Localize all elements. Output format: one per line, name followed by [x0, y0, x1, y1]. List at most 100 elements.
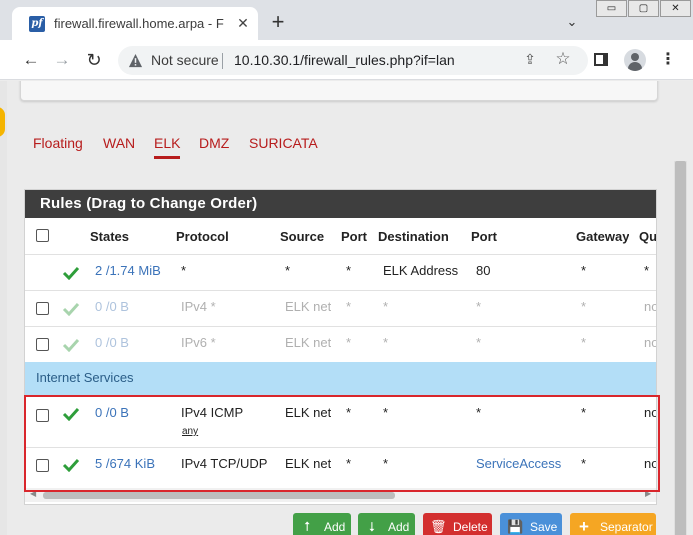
save-label: Save: [530, 520, 558, 534]
edge-notification-marker: [0, 107, 5, 137]
reload-icon[interactable]: ↻: [83, 49, 105, 71]
row-checkbox[interactable]: [36, 459, 49, 472]
tab-close-icon[interactable]: ✕: [234, 13, 252, 33]
table-row[interactable]: 0 /0 B IPv4 ICMP any ELK net * * * * no: [25, 396, 656, 447]
destination-cell: ELK Address: [383, 263, 459, 278]
forward-arrow-icon[interactable]: →: [51, 49, 73, 71]
pfsense-favicon-icon: pf: [29, 16, 45, 32]
dst-port-alias-link[interactable]: ServiceAccess: [476, 456, 561, 471]
protocol-cell: IPv6 *: [181, 335, 216, 350]
back-arrow-icon[interactable]: ←: [20, 49, 42, 71]
minimize-button[interactable]: ▭: [596, 0, 627, 17]
destination-cell: *: [383, 456, 389, 471]
tab-dmz[interactable]: DMZ: [199, 135, 229, 157]
source-cell: ELK net: [285, 456, 332, 471]
bookmark-star-icon[interactable]: ☆: [554, 49, 572, 69]
col-destination[interactable]: Destination: [378, 229, 449, 244]
table-row[interactable]: 0 /0 B IPv6 * ELK net * * * * no: [25, 326, 656, 362]
save-button[interactable]: 💾 Save: [500, 513, 562, 535]
rules-panel: Rules (Drag to Change Order) States Prot…: [24, 189, 657, 505]
not-secure-label[interactable]: Not secure: [151, 52, 219, 68]
tab-title: firewall.firewall.home.arpa - Firew: [54, 16, 224, 31]
table-horizontal-scrollbar[interactable]: ◀ ▶: [25, 488, 656, 502]
add-top-button[interactable]: ⭡ Add: [293, 513, 351, 535]
destination-cell: *: [383, 299, 389, 314]
src-port-cell: *: [346, 263, 352, 278]
close-window-button[interactable]: ✕: [660, 0, 691, 17]
delete-label: Delete: [453, 520, 488, 534]
separator-row[interactable]: Internet Services: [25, 362, 656, 396]
side-panel-icon[interactable]: [594, 53, 608, 66]
col-source[interactable]: Source: [280, 229, 324, 244]
new-tab-button[interactable]: +: [266, 11, 290, 35]
protocol-cell: IPv4 *: [181, 299, 216, 314]
page-scrollbar[interactable]: [674, 161, 687, 535]
page-scrollbar-thumb[interactable]: [675, 161, 686, 535]
gateway-cell: *: [581, 299, 587, 314]
browser-toolbar: ← → ↻ Not secure 10.10.30.1/firewall_rul…: [0, 40, 693, 80]
add-top-label: Add: [324, 520, 346, 534]
protocol-cell: *: [181, 263, 187, 278]
enabled-check-icon[interactable]: [62, 266, 80, 280]
enabled-check-icon[interactable]: [62, 458, 80, 472]
states-cell[interactable]: 2 /1.74 MiB: [95, 263, 161, 278]
separator-button[interactable]: + Separator: [570, 513, 656, 535]
address-bar[interactable]: Not secure 10.10.30.1/firewall_rules.php…: [118, 46, 588, 75]
source-cell: *: [285, 263, 291, 278]
tab-suricata[interactable]: SURICATA: [249, 135, 318, 157]
table-row[interactable]: 2 /1.74 MiB * * * ELK Address 80 * *: [25, 254, 656, 290]
warning-triangle-icon[interactable]: [128, 53, 143, 68]
scroll-left-arrow-icon[interactable]: ◀: [30, 489, 36, 498]
source-cell: ELK net: [285, 405, 332, 420]
icmp-type-link[interactable]: any: [182, 426, 198, 437]
states-cell[interactable]: 0 /0 B: [95, 335, 129, 350]
share-icon[interactable]: ⇪: [521, 51, 539, 69]
states-cell[interactable]: 5 /674 KiB: [95, 456, 155, 471]
col-states[interactable]: States: [90, 229, 129, 244]
window-controls: ▭ ▢ ✕: [596, 0, 693, 18]
col-gateway[interactable]: Gateway: [576, 229, 629, 244]
select-all-checkbox[interactable]: [36, 229, 49, 242]
disabled-check-icon[interactable]: [62, 302, 80, 316]
destination-cell: *: [383, 335, 389, 350]
queue-cell: no: [644, 335, 656, 350]
table-row[interactable]: 0 /0 B IPv4 * ELK net * * * * no: [25, 290, 656, 326]
gateway-cell: *: [581, 405, 587, 420]
row-checkbox[interactable]: [36, 338, 49, 351]
tab-wan[interactable]: WAN: [103, 135, 135, 157]
browser-tab[interactable]: pf firewall.firewall.home.arpa - Firew ✕: [12, 7, 258, 40]
delete-button[interactable]: 🗑 Delete: [423, 513, 492, 535]
scroll-right-arrow-icon[interactable]: ▶: [645, 489, 651, 498]
separator-label: Separator: [600, 520, 653, 534]
table-header-row: States Protocol Source Port Destination …: [25, 218, 656, 254]
table-row[interactable]: 5 /674 KiB IPv4 TCP/UDP ELK net * * Serv…: [25, 447, 656, 484]
source-cell: ELK net: [285, 335, 332, 350]
col-protocol[interactable]: Protocol: [176, 229, 229, 244]
tab-search-chevron-icon[interactable]: ⌄: [562, 14, 582, 34]
enabled-check-icon[interactable]: [62, 407, 80, 421]
tab-floating[interactable]: Floating: [33, 135, 83, 157]
row-checkbox[interactable]: [36, 302, 49, 315]
maximize-button[interactable]: ▢: [628, 0, 659, 17]
col-src-port[interactable]: Port: [341, 229, 367, 244]
omnibox-divider: [222, 53, 223, 69]
profile-avatar-icon[interactable]: [624, 49, 646, 71]
row-checkbox[interactable]: [36, 409, 49, 422]
add-bottom-button[interactable]: ⭣ Add: [358, 513, 415, 535]
browser-tab-bar: pf firewall.firewall.home.arpa - Firew ✕…: [0, 0, 693, 40]
arrow-down-icon: ⭣: [368, 519, 376, 534]
gateway-cell: *: [581, 263, 587, 278]
tab-elk[interactable]: ELK: [154, 135, 181, 159]
states-cell[interactable]: 0 /0 B: [95, 405, 129, 420]
table-scrollbar-thumb[interactable]: [43, 492, 395, 499]
queue-cell: *: [644, 263, 650, 278]
browser-menu-icon[interactable]: ⋮: [660, 50, 676, 70]
disabled-check-icon[interactable]: [62, 338, 80, 352]
gateway-cell: *: [581, 335, 587, 350]
states-cell[interactable]: 0 /0 B: [95, 299, 129, 314]
src-port-cell: *: [346, 335, 352, 350]
col-queue[interactable]: Qu: [639, 229, 656, 244]
url-text[interactable]: 10.10.30.1/firewall_rules.php?if=lan: [234, 52, 455, 68]
source-cell: ELK net: [285, 299, 332, 314]
col-dst-port[interactable]: Port: [471, 229, 497, 244]
